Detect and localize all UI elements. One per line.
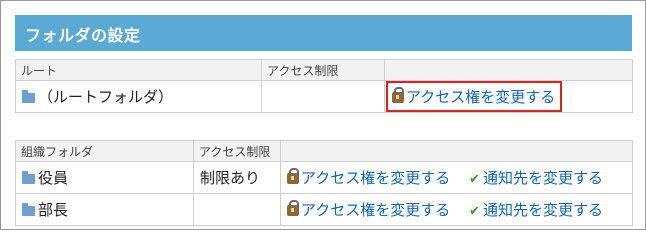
org-folder-table: 組織フォルダ アクセス制限 役員 制限あり アクセス権を変更する ✔ 通知先を変更… — [15, 140, 633, 226]
header-root: ルート — [15, 59, 262, 81]
change-notify-link[interactable]: 通知先を変更する — [483, 169, 603, 187]
root-folder-table: ルート アクセス制限 （ルートフォルダ） アクセス権を変更する — [15, 59, 633, 113]
lock-icon — [392, 87, 404, 103]
folder-cell: （ルートフォルダ） — [15, 80, 262, 113]
check-icon: ✔ — [469, 204, 480, 219]
header-actions — [384, 59, 633, 81]
actions-cell: アクセス権を変更する — [384, 80, 633, 113]
folder-cell: 部長 — [15, 193, 194, 226]
restriction-cell — [193, 193, 281, 226]
actions-cell: アクセス権を変更する ✔ 通知先を変更する — [280, 161, 633, 194]
lock-icon — [287, 200, 299, 216]
restriction-cell: 制限あり — [193, 161, 281, 194]
change-access-link[interactable]: アクセス権を変更する — [406, 88, 555, 106]
page-title: フォルダの設定 — [25, 26, 141, 45]
folder-icon — [22, 203, 35, 216]
folder-icon — [22, 171, 35, 184]
header-actions — [280, 140, 633, 162]
settings-panel: フォルダの設定 ルート アクセス制限 （ルートフォルダ） アクセス権を変更する … — [0, 0, 646, 230]
actions-cell: アクセス権を変更する ✔ 通知先を変更する — [280, 193, 633, 226]
header-access-restriction: アクセス制限 — [261, 59, 385, 81]
lock-icon — [287, 168, 299, 184]
table-row: （ルートフォルダ） アクセス権を変更する — [15, 80, 633, 113]
folder-icon — [22, 90, 35, 103]
header-org-folder: 組織フォルダ — [15, 140, 194, 162]
folder-name: 部長 — [38, 201, 69, 219]
check-icon: ✔ — [469, 172, 480, 187]
highlighted-access-link: アクセス権を変更する — [386, 81, 563, 112]
title-bar: フォルダの設定 — [15, 15, 632, 51]
change-notify-link[interactable]: 通知先を変更する — [483, 201, 603, 219]
table-row: 役員 制限あり アクセス権を変更する ✔ 通知先を変更する — [15, 161, 633, 194]
folder-name: 役員 — [38, 169, 69, 187]
table-header-row: ルート アクセス制限 — [15, 59, 633, 81]
folder-cell: 役員 — [15, 161, 194, 194]
restriction-cell — [261, 80, 385, 113]
table-row: 部長 アクセス権を変更する ✔ 通知先を変更する — [15, 193, 633, 226]
header-access-restriction: アクセス制限 — [193, 140, 281, 162]
folder-name: （ルートフォルダ） — [38, 88, 174, 106]
change-access-link[interactable]: アクセス権を変更する — [301, 169, 450, 187]
change-access-link[interactable]: アクセス権を変更する — [301, 201, 450, 219]
table-header-row: 組織フォルダ アクセス制限 — [15, 140, 633, 162]
